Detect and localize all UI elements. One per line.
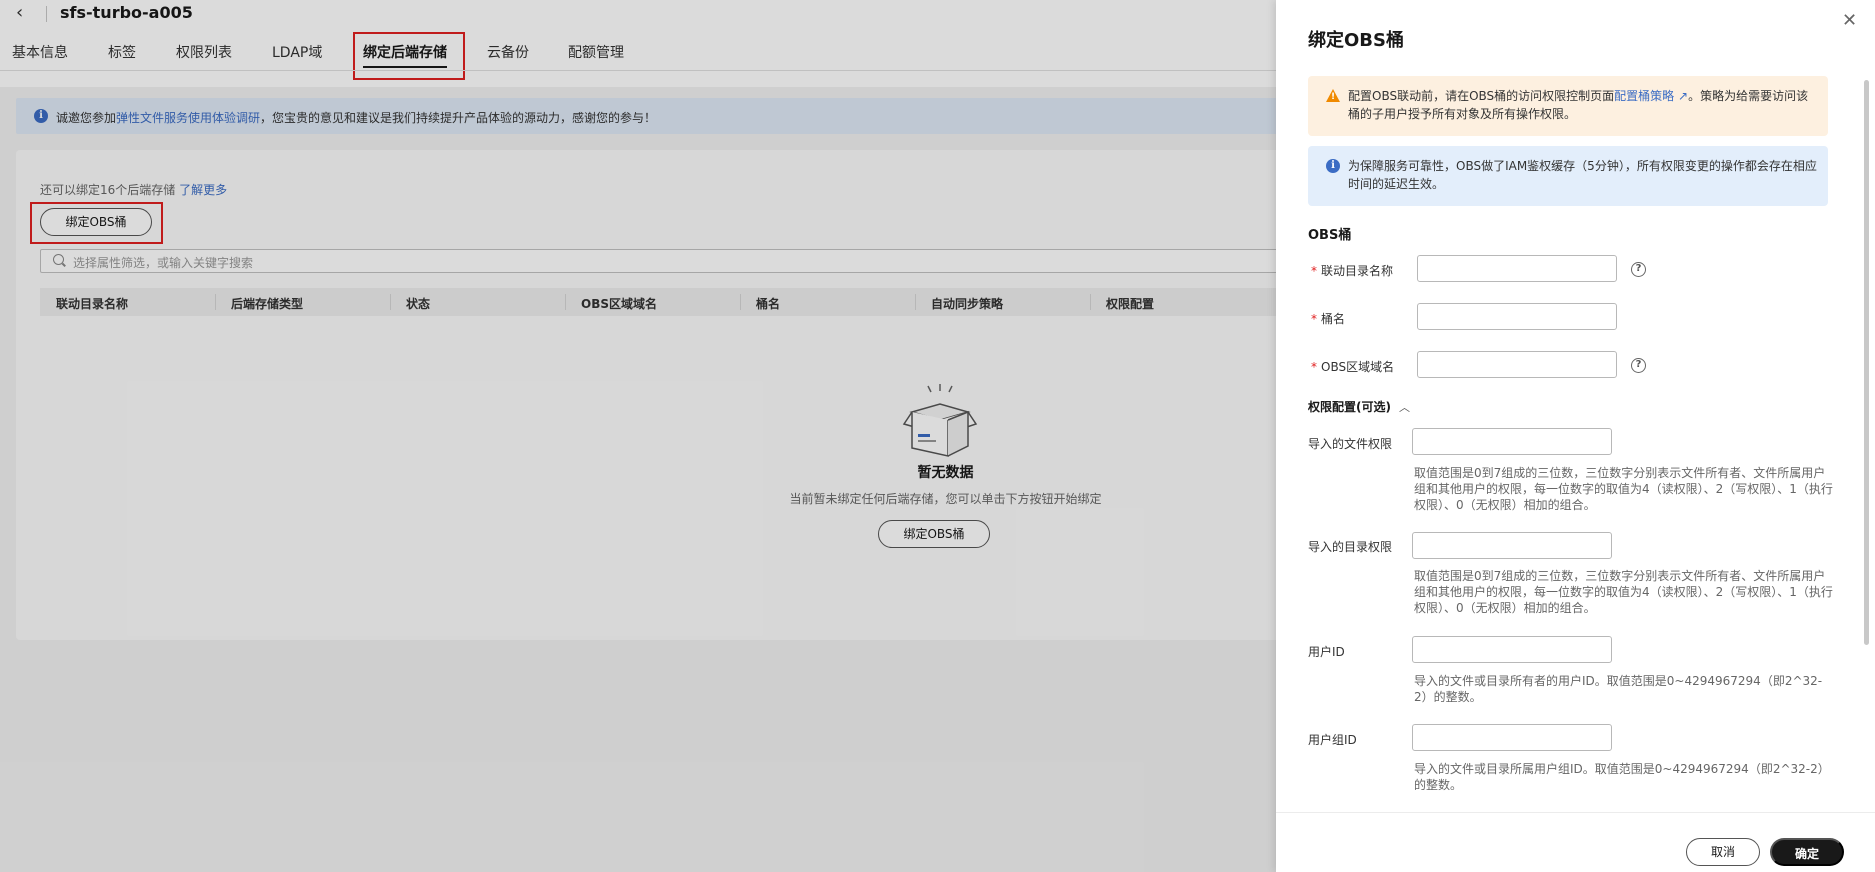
file-permission-help: 取值范围是0到7组成的三位数，三位数字分别表示文件所有者、文件所属用户组和其他用… <box>1414 466 1833 512</box>
bucket-name-label: * 桶名 <box>1311 312 1346 326</box>
confirm-button[interactable]: 确定 <box>1770 838 1844 866</box>
user-id-help: 导入的文件或目录所有者的用户ID。取值范围是0~4294967294（即2^32… <box>1414 674 1823 704</box>
drawer-title: 绑定OBS桶 <box>1308 30 1404 51</box>
dir-permission-label: 导入的目录权限 <box>1308 540 1393 554</box>
close-icon[interactable]: ✕ <box>1842 10 1857 31</box>
file-permission-label: 导入的文件权限 <box>1308 437 1393 451</box>
scrollbar[interactable] <box>1864 80 1869 645</box>
dir-permission-help: 取值范围是0到7组成的三位数，三位数字分别表示文件所有者、文件所属用户组和其他用… <box>1414 569 1833 615</box>
obs-domain-label: * OBS区域域名 <box>1311 360 1395 374</box>
info-text: 为保障服务可靠性，OBS做了IAM鉴权缓存（5分钟），所有权限变更的操作都会存在… <box>1348 159 1817 191</box>
permission-config-toggle[interactable]: 权限配置(可选) ︿ <box>1308 398 1410 415</box>
group-id-input[interactable] <box>1412 724 1612 751</box>
info-icon: i <box>1326 159 1340 173</box>
group-id-help: 导入的文件或目录所属用户组ID。取值范围是0~4294967294（即2^32-… <box>1414 762 1830 792</box>
chevron-up-icon: ︿ <box>1398 401 1410 414</box>
cancel-button[interactable]: 取消 <box>1686 838 1760 866</box>
bucket-name-input[interactable] <box>1417 303 1617 330</box>
group-id-label: 用户组ID <box>1308 733 1357 747</box>
help-icon[interactable]: ? <box>1631 358 1646 373</box>
warning-icon: ! <box>1326 89 1340 102</box>
external-link-icon: ↗ <box>1674 89 1689 103</box>
bind-obs-drawer: 绑定OBS桶 ✕ ! 配置OBS联动前，请在OBS桶的访问权限控制页面配置桶策略… <box>1276 0 1875 872</box>
dir-permission-input[interactable] <box>1412 532 1612 559</box>
file-permission-input[interactable] <box>1412 428 1612 455</box>
configure-policy-link[interactable]: 配置桶策略 <box>1614 89 1674 103</box>
modal-overlay[interactable] <box>0 0 1276 872</box>
dir-name-label: * 联动目录名称 <box>1311 264 1394 278</box>
user-id-label: 用户ID <box>1308 645 1345 659</box>
dir-name-input[interactable] <box>1417 255 1617 282</box>
section-title: OBS桶 <box>1308 228 1352 243</box>
info-alert: i 为保障服务可靠性，OBS做了IAM鉴权缓存（5分钟），所有权限变更的操作都会… <box>1308 146 1828 206</box>
warning-text: 配置OBS联动前，请在OBS桶的访问权限控制页面配置桶策略 ↗。策略为给需要访问… <box>1348 89 1809 121</box>
obs-domain-input[interactable] <box>1417 351 1617 378</box>
help-icon[interactable]: ? <box>1631 262 1646 277</box>
warning-alert: ! 配置OBS联动前，请在OBS桶的访问权限控制页面配置桶策略 ↗。策略为给需要… <box>1308 76 1828 136</box>
user-id-input[interactable] <box>1412 636 1612 663</box>
